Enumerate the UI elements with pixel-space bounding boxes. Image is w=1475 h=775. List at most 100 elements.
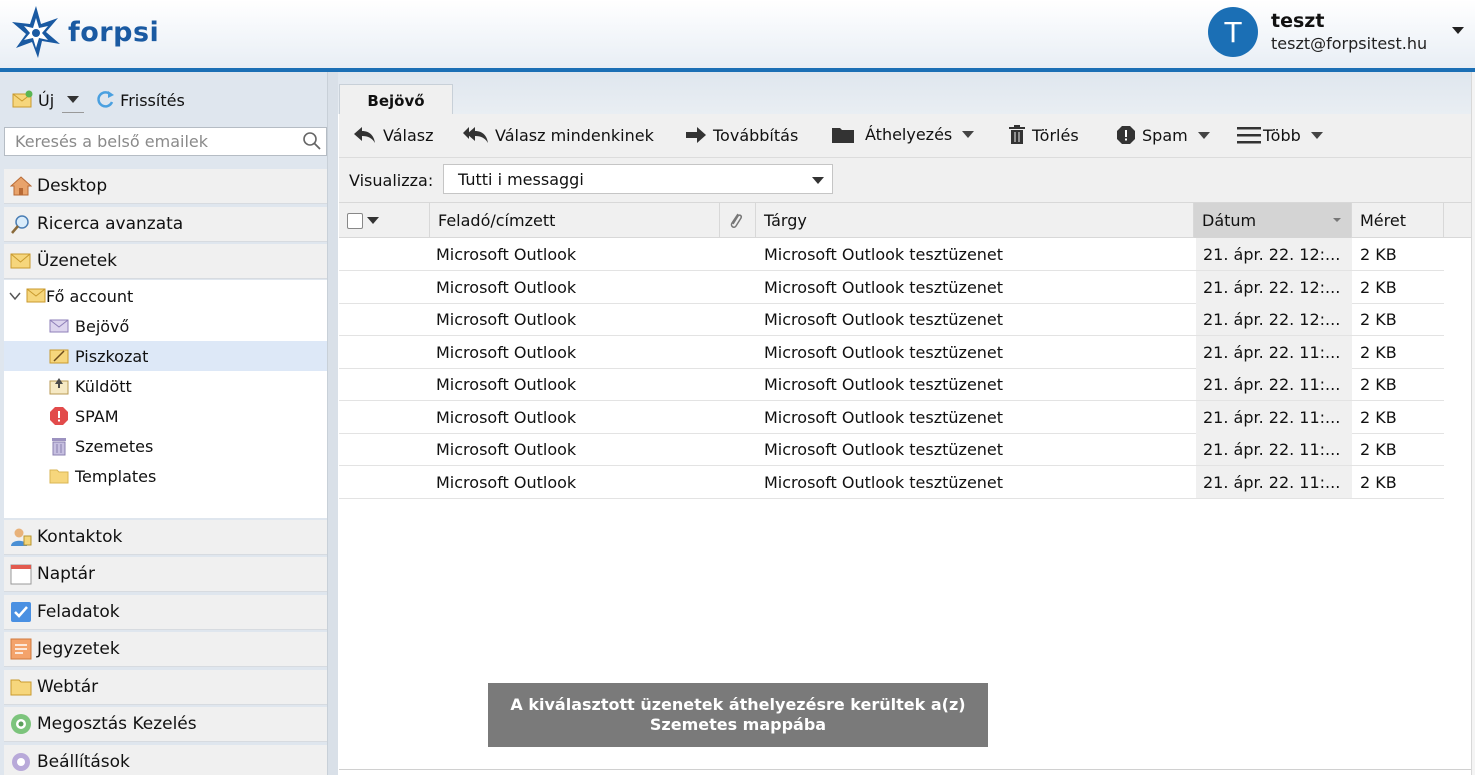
new-dropdown-button[interactable] (62, 87, 85, 113)
spam-button[interactable]: Spam (1116, 125, 1210, 145)
chevron-down-icon (812, 177, 824, 184)
forpsi-logo[interactable]: forpsi (8, 4, 159, 60)
row-date: 21. ápr. 22. 11:... (1196, 401, 1352, 433)
folder-sent[interactable]: Küldött (4, 371, 327, 401)
sort-desc-icon (1333, 218, 1341, 222)
folder-templates-label: Templates (75, 466, 157, 486)
column-subject[interactable]: Tárgy (756, 203, 1194, 238)
nav-settings-label: Beállítások (37, 752, 130, 772)
user-menu[interactable]: T teszt teszt@forpsitest.hu (1208, 6, 1427, 58)
chevron-down-icon[interactable] (367, 217, 379, 224)
table-row[interactable]: Microsoft Outlook Microsoft Outlook tesz… (339, 238, 1444, 271)
chevron-down-icon[interactable] (8, 289, 22, 303)
delete-button[interactable]: Törlés (1008, 125, 1079, 145)
reply-icon (354, 127, 375, 143)
row-subject: Microsoft Outlook tesztüzenet (764, 342, 1004, 362)
nav-advanced-search[interactable]: Ricerca avanzata (4, 207, 327, 242)
delete-button-label: Törlés (1032, 125, 1079, 145)
tab-inbox[interactable]: Bejövő (339, 84, 453, 116)
table-row[interactable]: Microsoft Outlook Microsoft Outlook tesz… (339, 401, 1444, 434)
forward-button[interactable]: Továbbítás (685, 125, 798, 145)
table-row[interactable]: Microsoft Outlook Microsoft Outlook tesz… (339, 433, 1444, 466)
nav-messages-label: Üzenetek (37, 251, 118, 271)
table-row[interactable]: Microsoft Outlook Microsoft Outlook tesz… (339, 271, 1444, 304)
share-icon (10, 713, 32, 735)
nav-tasks[interactable]: Feladatok (4, 595, 327, 630)
column-date[interactable]: Dátum (1194, 203, 1352, 238)
filter-select[interactable]: Tutti i messaggi (443, 164, 833, 194)
panel-splitter[interactable] (327, 72, 338, 775)
column-attachment[interactable] (720, 203, 756, 238)
column-size[interactable]: Méret (1352, 203, 1444, 238)
folder-inbox[interactable]: Bejövő (4, 311, 327, 341)
search-icon[interactable] (302, 131, 322, 151)
folder-spam[interactable]: SPAM (4, 401, 327, 431)
folder-drafts[interactable]: Piszkozat (4, 341, 327, 371)
scrollbar[interactable] (1471, 72, 1475, 775)
nav-webstorage[interactable]: Webtár (4, 670, 327, 705)
nav-calendar-label: Naptár (37, 564, 95, 584)
nav-share-management[interactable]: Megosztás Kezelés (4, 707, 327, 742)
table-row[interactable]: Microsoft Outlook Microsoft Outlook tesz… (339, 466, 1444, 499)
new-button-label: Új (38, 90, 55, 110)
nav-share-management-label: Megosztás Kezelés (37, 714, 197, 734)
row-subject: Microsoft Outlook tesztüzenet (764, 472, 1004, 492)
row-sender: Microsoft Outlook (436, 472, 577, 492)
table-row[interactable]: Microsoft Outlook Microsoft Outlook tesz… (339, 368, 1444, 401)
message-toolbar: Válasz Válasz mindenkinek Továbbítás Áth… (339, 114, 1472, 158)
column-sender[interactable]: Feladó/címzett (430, 203, 720, 238)
select-all-column[interactable] (339, 203, 430, 238)
spam-icon (49, 407, 69, 425)
user-info: teszt teszt@forpsitest.hu (1271, 9, 1427, 55)
home-icon (10, 175, 32, 197)
nav-contacts-label: Kontaktok (37, 527, 123, 547)
nav-messages[interactable]: Üzenetek (4, 244, 327, 279)
select-all-checkbox[interactable] (347, 212, 363, 229)
refresh-button[interactable]: Frissítés (94, 89, 185, 111)
table-row[interactable]: Microsoft Outlook Microsoft Outlook tesz… (339, 303, 1444, 336)
calendar-icon (10, 563, 32, 585)
folder-drafts-label: Piszkozat (75, 346, 149, 366)
row-date: 21. ápr. 22. 12:... (1196, 303, 1352, 335)
nav-contacts[interactable]: Kontaktok (4, 520, 327, 555)
more-button[interactable]: Több (1237, 125, 1323, 145)
nav-calendar[interactable]: Naptár (4, 557, 327, 592)
nav-notes[interactable]: Jegyzetek (4, 632, 327, 667)
reply-button[interactable]: Válasz (353, 125, 434, 145)
search-input[interactable] (5, 128, 295, 155)
menu-icon (1237, 127, 1261, 144)
avatar[interactable]: T (1208, 7, 1258, 57)
column-size-label: Méret (1360, 211, 1406, 230)
folder-inbox-label: Bejövő (75, 316, 130, 336)
magnifier-icon (10, 213, 32, 235)
row-date: 21. ápr. 22. 11:... (1196, 466, 1352, 498)
filter-row: Visualizza: Tutti i messaggi (339, 158, 1472, 202)
nav-settings[interactable]: Beállítások (4, 745, 327, 775)
user-menu-caret-icon[interactable] (1452, 27, 1464, 34)
row-size: 2 KB (1360, 472, 1397, 492)
folder-templates[interactable]: Templates (4, 461, 327, 491)
folder-move-icon (832, 127, 854, 143)
new-button[interactable]: Új (12, 90, 54, 110)
divider (339, 769, 1472, 770)
row-date: 21. ápr. 22. 12:... (1196, 271, 1352, 303)
row-size: 2 KB (1360, 277, 1397, 297)
inbox-icon (49, 317, 69, 335)
row-sender: Microsoft Outlook (436, 342, 577, 362)
row-size: 2 KB (1360, 342, 1397, 362)
nav-webstorage-label: Webtár (37, 677, 99, 697)
folder-account[interactable]: Fő account (4, 281, 327, 311)
row-sender: Microsoft Outlook (436, 277, 577, 297)
folder-trash[interactable]: Szemetes (4, 431, 327, 461)
row-date: 21. ápr. 22. 11:... (1196, 336, 1352, 368)
folder-sent-label: Küldött (75, 376, 132, 396)
table-row[interactable]: Microsoft Outlook Microsoft Outlook tesz… (339, 336, 1444, 369)
nav-desktop[interactable]: Desktop (4, 169, 327, 204)
filter-label: Visualizza: (349, 171, 434, 190)
row-subject: Microsoft Outlook tesztüzenet (764, 309, 1004, 329)
chevron-down-icon (1310, 131, 1323, 139)
row-size: 2 KB (1360, 374, 1397, 394)
chevron-down-icon (67, 96, 80, 103)
reply-all-button[interactable]: Válasz mindenkinek (463, 125, 654, 145)
move-button[interactable]: Áthelyezés (831, 125, 975, 144)
